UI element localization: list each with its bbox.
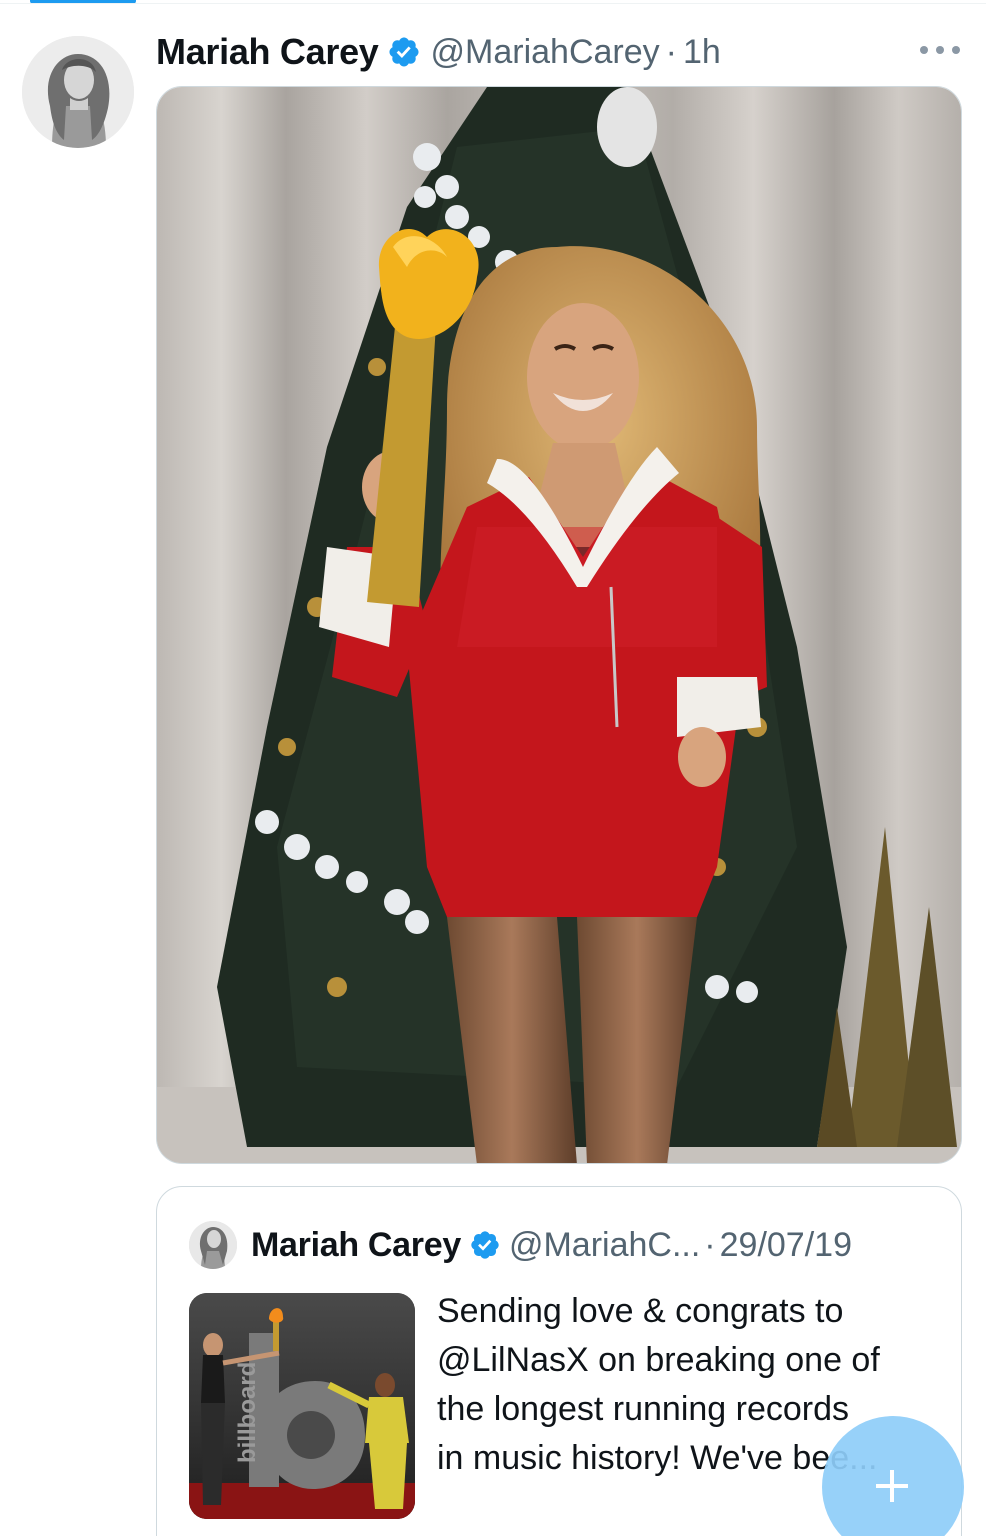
tweet-header: Mariah Carey @MariahCarey · 1h [156, 30, 721, 74]
plus-icon [876, 1470, 908, 1502]
quoted-text-line: @LilNasX on breaking one of [437, 1341, 880, 1379]
quoted-avatar [189, 1221, 237, 1269]
handle[interactable]: @MariahCarey [431, 33, 660, 72]
tweet[interactable]: Mariah Carey @MariahCarey · 1h Mariah Ca… [0, 0, 986, 1536]
timestamp[interactable]: 1h [683, 33, 721, 72]
separator-dot: · [704, 1225, 716, 1264]
more-dot [936, 46, 944, 54]
more-dot [920, 46, 928, 54]
display-name[interactable]: Mariah Carey [156, 31, 379, 73]
more-dot [952, 46, 960, 54]
more-horizontal-icon[interactable] [916, 38, 964, 62]
avatar[interactable] [22, 36, 134, 148]
quoted-tweet-header: Mariah Carey @MariahC... · 29/07/19 [189, 1221, 852, 1269]
quoted-display-name: Mariah Carey [251, 1225, 461, 1264]
separator-dot: · [665, 32, 677, 71]
quoted-media-thumbnail[interactable]: billboard [189, 1293, 415, 1519]
quoted-date: 29/07/19 [719, 1225, 852, 1264]
tweet-media-photo[interactable] [156, 86, 962, 1164]
quoted-handle: @MariahC... [508, 1225, 701, 1264]
verified-badge-icon [388, 37, 419, 67]
quoted-text-line: Sending love & congrats to [437, 1292, 844, 1330]
thumb-logo-text: billboard [234, 1362, 261, 1463]
verified-badge-icon [471, 1231, 499, 1259]
